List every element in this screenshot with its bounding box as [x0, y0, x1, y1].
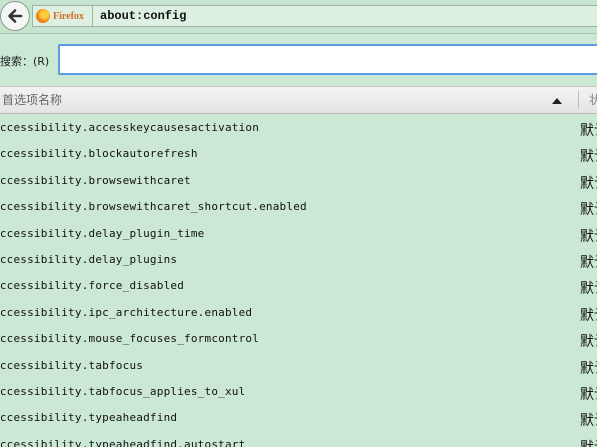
preference-name: accessibility.accesskeycausesactivation	[0, 121, 260, 134]
preference-status: 默认	[580, 437, 597, 447]
preference-status: 默认	[580, 149, 597, 166]
preference-name: accessibility.ipc_architecture.enabled	[0, 305, 253, 319]
table-header: 首选项名称 状态	[0, 86, 597, 114]
table-row[interactable]: accessibility.blockautorefresh 默认	[0, 143, 597, 169]
preference-name: accessibility.tabfocus	[0, 358, 144, 372]
preference-name: accessibility.delay_plugin_time	[0, 226, 205, 240]
preference-status: 默认	[580, 175, 597, 192]
sort-ascending-icon[interactable]	[552, 98, 562, 104]
table-row[interactable]: accessibility.force_disabled 默认	[0, 275, 597, 301]
preference-name: accessibility.force_disabled	[0, 279, 185, 293]
preference-status: 默认	[580, 360, 597, 377]
preference-name: accessibility.delay_plugins	[0, 252, 178, 266]
preference-name: accessibility.browsewithcaret_shortcut.e…	[0, 200, 307, 214]
preference-name: accessibility.typeaheadfind.autostart	[0, 437, 246, 447]
preference-name: accessibility.mouse_focuses_formcontrol	[0, 332, 260, 346]
search-label: 搜索：(R)	[0, 55, 50, 68]
preference-status: 默认	[580, 254, 597, 271]
table-row[interactable]: accessibility.delay_plugins 默认	[0, 249, 597, 275]
table-row[interactable]: accessibility.delay_plugin_time 默认	[0, 223, 597, 249]
url-bar[interactable]: Firefox about:config	[32, 5, 597, 27]
column-header-name[interactable]: 首选项名称	[0, 87, 575, 113]
preference-status: 默认	[580, 123, 597, 139]
identity-box[interactable]: Firefox	[33, 6, 93, 26]
preference-name: accessibility.typeaheadfind	[0, 411, 178, 425]
preference-status: 默认	[580, 228, 597, 245]
table-row[interactable]: accessibility.browsewithcaret_shortcut.e…	[0, 196, 597, 222]
navigation-toolbar: Firefox about:config	[0, 0, 597, 34]
table-row[interactable]: accessibility.tabfocus 默认	[0, 355, 597, 381]
preference-name: accessibility.browsewithcaret	[0, 173, 191, 187]
back-arrow-icon	[8, 9, 23, 23]
column-header-status[interactable]: 状态	[589, 87, 597, 113]
preference-list: accessibility.accesskeycausesactivation 默…	[0, 117, 597, 447]
firefox-icon	[36, 9, 50, 23]
preference-name: accessibility.tabfocus_applies_to_xul	[0, 384, 246, 398]
search-input[interactable]	[58, 44, 597, 75]
table-row[interactable]: accessibility.typeaheadfind.autostart 默认	[0, 434, 597, 447]
preference-status: 默认	[580, 386, 597, 403]
table-row[interactable]: accessibility.typeaheadfind 默认	[0, 407, 597, 433]
back-button[interactable]	[0, 1, 30, 31]
preference-status: 默认	[580, 413, 597, 430]
table-row[interactable]: accessibility.accesskeycausesactivation 默…	[0, 117, 597, 143]
preference-status: 默认	[580, 307, 597, 324]
table-row[interactable]: accessibility.ipc_architecture.enabled 默认	[0, 302, 597, 328]
column-splitter[interactable]	[578, 91, 579, 109]
preference-status: 默认	[580, 202, 597, 219]
table-row[interactable]: accessibility.tabfocus_applies_to_xul 默认	[0, 381, 597, 407]
table-row[interactable]: accessibility.browsewithcaret 默认	[0, 170, 597, 196]
search-row: 搜索：(R)	[0, 34, 597, 86]
identity-label: Firefox	[53, 10, 84, 22]
preference-status: 默认	[580, 281, 597, 298]
table-row[interactable]: accessibility.mouse_focuses_formcontrol 默…	[0, 328, 597, 354]
preference-name: accessibility.blockautorefresh	[0, 147, 198, 161]
preference-status: 默认	[580, 334, 597, 351]
browser-window: Firefox about:config 搜索：(R) 首选项名称 状态 acc…	[0, 0, 597, 447]
url-text[interactable]: about:config	[100, 9, 186, 23]
